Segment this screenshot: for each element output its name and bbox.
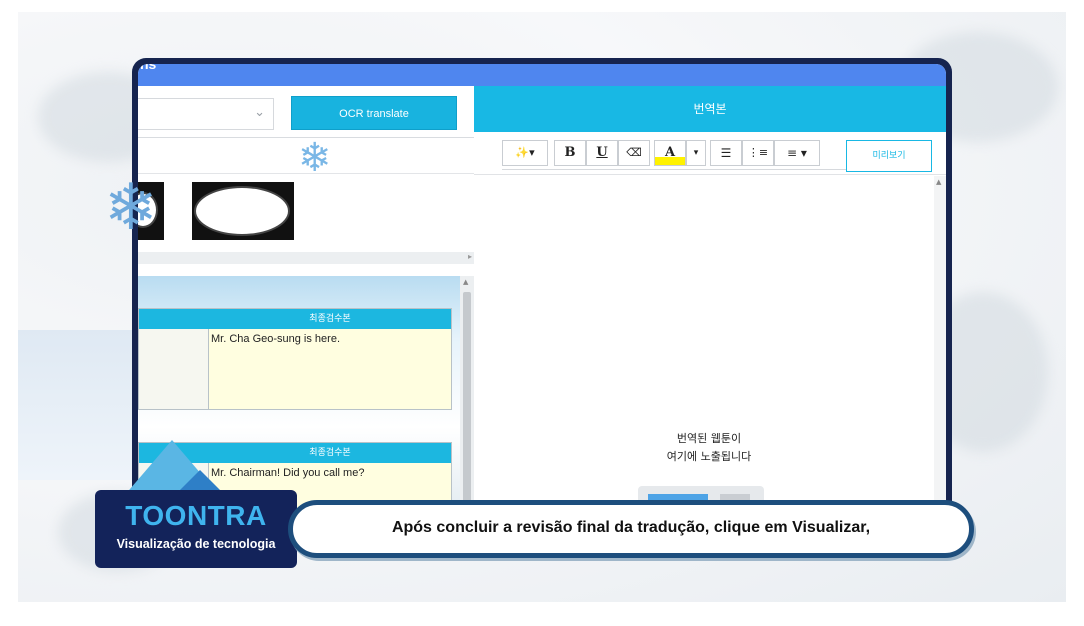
snowflake-icon: ❄: [104, 171, 158, 245]
app-window: ns ⌄ OCR translate ❄ ▸ 최종검수본 Mr. Cha Geo…: [132, 58, 952, 528]
translation-card: 최종검수본 Mr. Cha Geo-sung is here.: [138, 308, 452, 410]
align-icon[interactable]: ≡ ▾: [774, 140, 820, 166]
card-text[interactable]: Mr. Cha Geo-sung is here.: [211, 333, 340, 345]
magic-wand-icon[interactable]: ✨▾: [502, 140, 548, 166]
underline-button[interactable]: U: [586, 140, 618, 166]
chevron-down-icon: ⌄: [254, 105, 265, 120]
eraser-icon[interactable]: ⌫: [618, 140, 650, 166]
logo-title: TOONTRA: [125, 500, 267, 531]
card-header: 최종검수본: [209, 443, 451, 463]
preview-button[interactable]: 미리보기: [846, 140, 932, 172]
vertical-scrollbar[interactable]: ▲: [460, 276, 474, 528]
chevron-down-icon[interactable]: ▾: [686, 140, 706, 166]
empty-state-line2: 여기에 노출됩니다: [666, 450, 752, 463]
snowflake-icon: ❄: [298, 135, 332, 181]
thumbnail[interactable]: [192, 182, 294, 240]
app-brand: ns: [140, 64, 157, 72]
numbered-list-icon[interactable]: ⋮≡: [742, 140, 774, 166]
ocr-translate-button[interactable]: OCR translate: [291, 96, 457, 130]
empty-state-line1: 번역된 웹툰이: [676, 432, 742, 445]
subtitle-caption: Após concluir a revisão final da traduçã…: [288, 500, 974, 558]
thumbnail-strip: [138, 176, 474, 254]
logo-subtitle: Visualização de tecnologia: [116, 537, 276, 551]
bold-button[interactable]: B: [554, 140, 586, 166]
bullet-list-icon[interactable]: ☰: [710, 140, 742, 166]
font-color-button[interactable]: A: [654, 140, 686, 166]
card-header: 최종검수본: [209, 309, 451, 329]
horizontal-scrollbar[interactable]: ▸: [138, 252, 474, 264]
language-select[interactable]: ⌄: [138, 98, 274, 130]
empty-state: 번역된 웹툰이 여기에 노출됩니다: [474, 430, 944, 466]
top-bar: ns: [138, 64, 946, 86]
translation-panel: 번역본 ✨▾ B U ⌫ A ▾ ☰ ⋮≡ ≡ ▾ 미리보기 ▲ 번역된 웹툰이…: [474, 86, 946, 528]
divider: [474, 174, 946, 175]
caption-text: Após concluir a revisão final da traduçã…: [391, 519, 871, 536]
translation-header: 번역본: [474, 86, 946, 132]
editor-toolbar: ✨▾ B U ⌫ A ▾ ☰ ⋮≡ ≡ ▾: [502, 138, 846, 170]
toontra-logo: TOONTRA Visualização de tecnologia: [95, 490, 297, 568]
vertical-scrollbar[interactable]: ▲: [934, 176, 946, 528]
